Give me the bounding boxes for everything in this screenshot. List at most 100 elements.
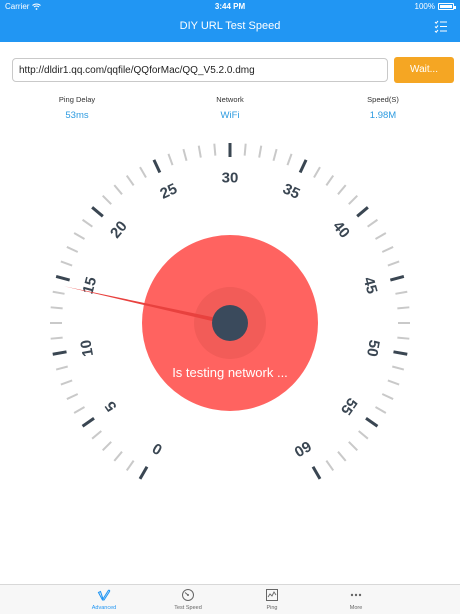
speedometer-icon	[182, 589, 194, 601]
checklist-icon[interactable]	[434, 19, 448, 33]
stat-value: 1.98M	[369, 110, 397, 121]
major-tick	[152, 159, 162, 174]
minor-tick	[113, 451, 123, 462]
minor-tick	[325, 174, 335, 186]
minor-tick	[374, 232, 387, 240]
scale-label: 15	[80, 275, 101, 296]
speed-gauge: 0 5 10 15 20 25 30 35 40 45 50 55 60	[50, 143, 410, 480]
minor-tick	[73, 232, 86, 240]
minor-tick	[81, 218, 93, 228]
tab-label: Ping	[266, 605, 278, 611]
page-title: DIY URL Test Speed	[179, 20, 281, 32]
stat-value: WiFi	[220, 110, 240, 121]
scale-label: 55	[337, 394, 360, 417]
major-tick	[298, 159, 308, 174]
status-battery: 100%	[414, 2, 456, 11]
minor-tick	[125, 174, 135, 186]
tab-label: Test Speed	[174, 605, 202, 611]
minor-tick	[139, 166, 147, 179]
minor-tick	[113, 184, 123, 195]
stat-network: Network WiFi	[180, 95, 280, 121]
minor-tick	[381, 393, 394, 400]
major-tick	[311, 466, 322, 480]
stat-ping-delay: Ping Delay 53ms	[27, 95, 127, 121]
testing-status-text: Is testing network ...	[172, 365, 288, 380]
scale-label: 30	[222, 170, 239, 187]
minor-tick	[52, 290, 65, 295]
major-tick	[138, 466, 149, 480]
minor-tick	[348, 195, 358, 205]
battery-icon	[438, 3, 456, 10]
minor-tick	[50, 306, 63, 310]
minor-tick	[66, 393, 79, 400]
stat-label: Network	[216, 95, 244, 104]
minor-tick	[91, 430, 102, 440]
more-dots-icon	[350, 593, 362, 597]
minor-tick	[50, 336, 63, 340]
tab-label: Advanced	[91, 605, 117, 611]
scale-label: 50	[363, 338, 383, 357]
scale-label: 0	[150, 439, 166, 458]
minor-tick	[381, 246, 394, 253]
major-tick	[365, 416, 379, 428]
url-input[interactable]	[12, 58, 388, 82]
minor-tick	[243, 143, 247, 156]
minor-tick	[348, 441, 358, 451]
minor-tick	[102, 195, 112, 205]
stat-value: 53ms	[65, 110, 89, 121]
tab-more[interactable]: More	[314, 585, 398, 614]
minor-tick	[286, 153, 293, 166]
minor-tick	[367, 218, 379, 228]
minor-tick	[337, 184, 347, 195]
scale-label: 40	[329, 218, 353, 242]
gauge-hub	[212, 305, 248, 341]
major-tick	[55, 274, 71, 282]
minor-tick	[213, 143, 217, 156]
minor-tick	[167, 153, 174, 166]
scale-label: 25	[158, 180, 180, 202]
minor-tick	[182, 148, 188, 161]
vimeo-icon	[97, 589, 111, 601]
minor-tick	[387, 260, 400, 267]
major-tick	[389, 274, 405, 282]
stat-speed: Speed(S) 1.98M	[333, 95, 433, 121]
scale-label: 60	[291, 437, 314, 460]
minor-tick	[60, 379, 73, 386]
minor-tick	[272, 148, 278, 161]
minor-tick	[395, 290, 408, 295]
major-tick	[356, 206, 369, 218]
minor-tick	[337, 451, 347, 462]
scale-label: 10	[77, 338, 97, 357]
tab-ping[interactable]: Ping	[230, 585, 314, 614]
minor-tick	[60, 260, 73, 267]
minor-tick	[313, 166, 321, 179]
major-tick	[81, 416, 95, 428]
minor-tick	[197, 145, 202, 158]
stat-label: Speed(S)	[367, 95, 399, 104]
wait-button[interactable]: Wait...	[394, 57, 454, 83]
major-tick	[52, 350, 67, 356]
tab-bar: Advanced Test Speed Ping More	[0, 584, 460, 614]
minor-tick	[66, 246, 79, 253]
minor-tick	[358, 430, 369, 440]
status-time: 3:44 PM	[214, 2, 246, 11]
scale-label: 5	[102, 398, 121, 415]
ping-icon	[266, 589, 278, 601]
battery-label: 100%	[414, 2, 435, 11]
tab-label: More	[349, 605, 363, 611]
scale-label: 45	[360, 275, 381, 296]
minor-tick	[325, 460, 335, 472]
stat-label: Ping Delay	[58, 95, 96, 104]
minor-tick	[397, 336, 410, 340]
scale-label: 20	[107, 218, 131, 242]
major-tick	[393, 350, 408, 356]
scale-label: 35	[280, 180, 302, 202]
major-tick	[91, 206, 104, 218]
tab-test-speed[interactable]: Test Speed	[146, 585, 230, 614]
tab-advanced[interactable]: Advanced	[62, 585, 146, 614]
minor-tick	[73, 406, 86, 414]
minor-tick	[258, 145, 263, 158]
navigation-bar: Carrier 3:44 PM 100% DIY URL Test Speed	[0, 0, 460, 42]
minor-tick	[387, 379, 400, 386]
minor-tick	[374, 406, 387, 414]
